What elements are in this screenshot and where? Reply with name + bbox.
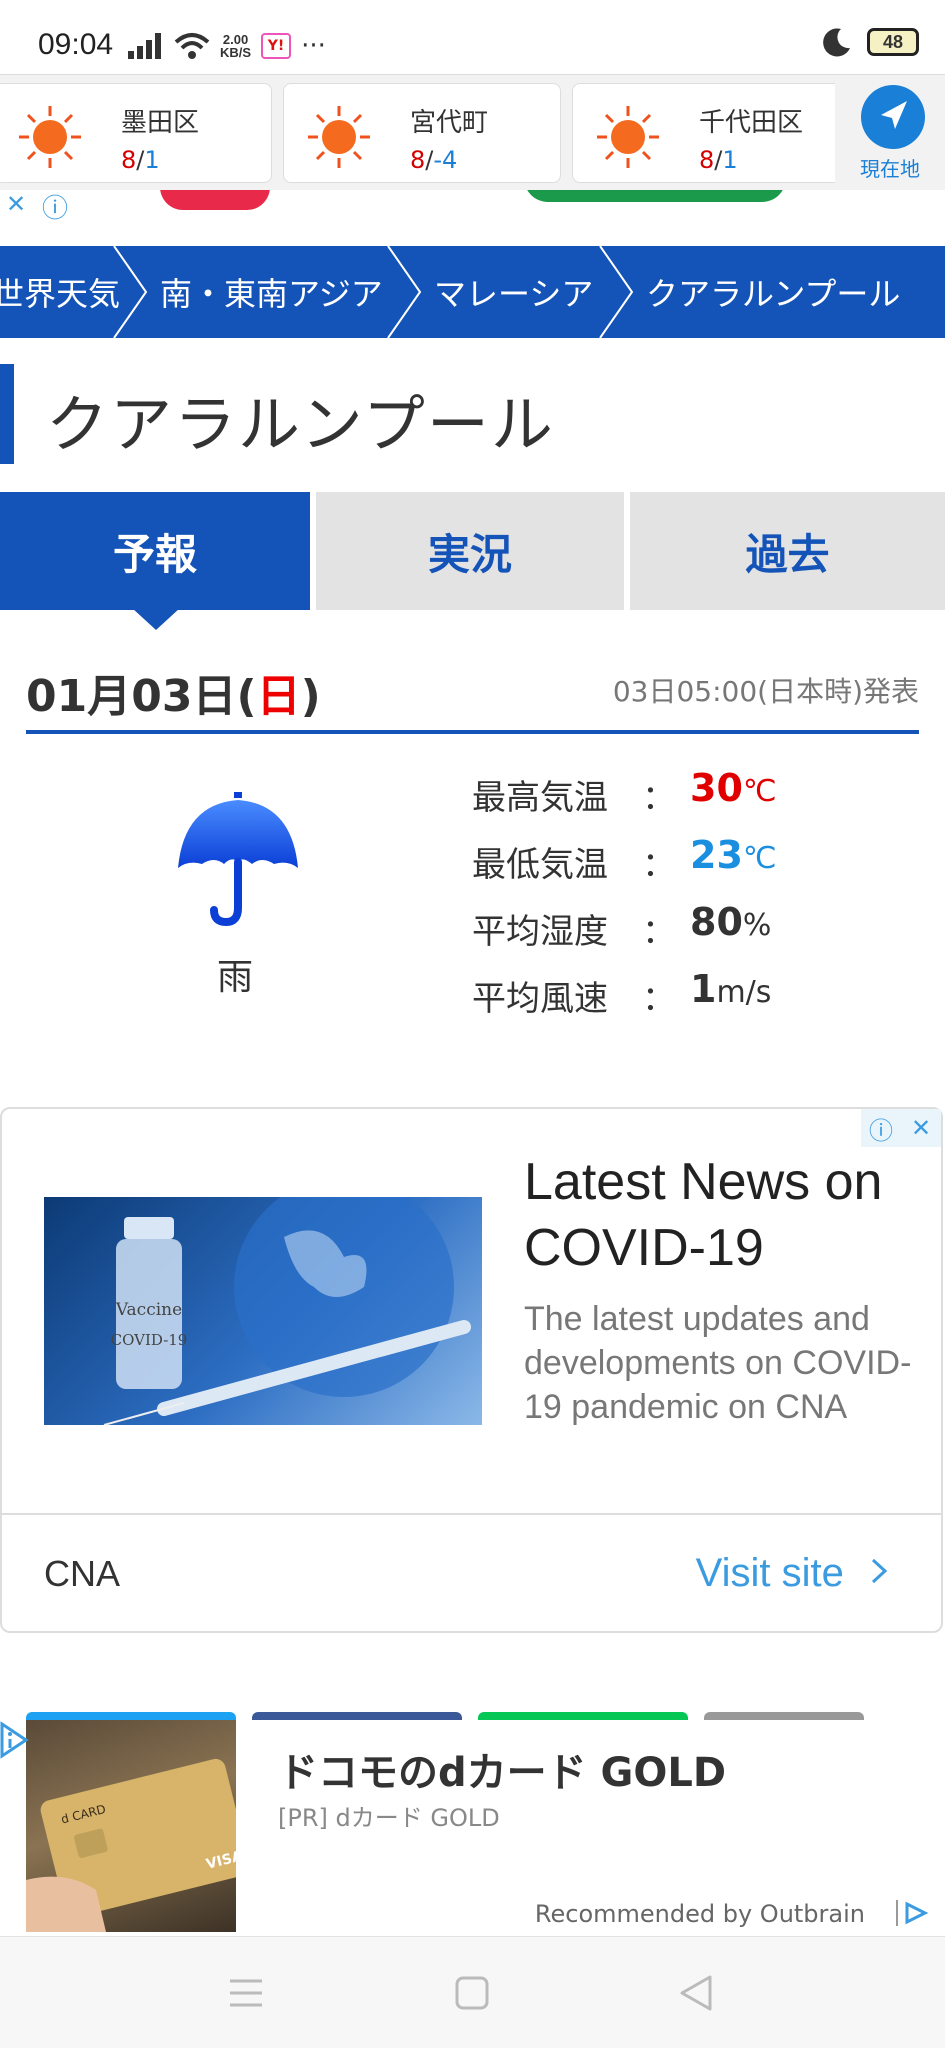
outbrain-credit[interactable]: Recommended by Outbrain — [535, 1900, 865, 1928]
breadcrumb-item-kuala-lumpur[interactable]: クアラルンプール — [646, 246, 900, 338]
vaccine-illustration: Vaccine COVID-19 — [103, 1197, 471, 1425]
city-card-chiyoda[interactable]: 千代田区 8/1 — [572, 83, 850, 183]
sunny-icon — [308, 106, 370, 168]
umbrella-icon — [178, 792, 298, 927]
wifi-icon — [174, 33, 210, 59]
stat-value: 80% — [690, 900, 772, 944]
breadcrumb-chevron-icon — [113, 246, 148, 338]
city-name: 千代田区 — [699, 108, 804, 138]
clock: 09:04 — [38, 28, 114, 61]
vial-label: COVID-19 — [111, 1331, 188, 1349]
menu-button[interactable] — [220, 1967, 272, 2019]
system-nav-bar — [0, 1936, 945, 2048]
ad-card[interactable]: ⓘ ✕ Vaccine COVID-19 Latest News on COVI… — [0, 1107, 943, 1633]
ad-controls: ⓘ ✕ — [861, 1109, 941, 1147]
city-name: 宮代町 — [410, 108, 489, 138]
yahoo-notification-icon: Y! — [261, 33, 292, 59]
status-icons: 2.00 KB/S Y! ··· — [128, 26, 326, 66]
ad-close-icon[interactable]: ✕ — [901, 1109, 941, 1147]
sunny-icon — [597, 106, 659, 168]
home-button[interactable] — [446, 1967, 498, 2019]
ad-title[interactable]: Latest News on COVID-19 — [524, 1149, 914, 1281]
battery-icon: 48 — [867, 28, 919, 56]
recommendation-subtitle: [PR] dカード GOLD — [278, 1804, 500, 1832]
ad-choices-icon[interactable] — [0, 1720, 30, 1760]
forecast-weekday: 日 — [256, 671, 301, 722]
page-title: クアラルンプール — [46, 388, 555, 461]
forecast-stats: 最高気温 ： 30℃ 最低気温 ： 23℃ 平均湿度 ： 80% 平均風速 ： … — [472, 762, 912, 1030]
status-bar: 09:04 2.00 KB/S Y! ··· 48 — [0, 0, 945, 74]
ad-description: The latest updates and developments on C… — [524, 1300, 912, 1426]
visit-site-button[interactable]: Visit site — [696, 1551, 891, 1596]
home-square-icon — [455, 1976, 489, 2010]
moon-icon — [823, 28, 850, 57]
breadcrumb-item-world[interactable]: 世界天気 — [0, 246, 120, 338]
ad-red-button — [160, 190, 270, 210]
tab-bar: 予報 実況 過去 — [0, 492, 945, 610]
ad-info-icon[interactable]: ⓘ — [861, 1109, 901, 1147]
city-temps: 8/1 — [699, 146, 738, 174]
stat-row-wind: 平均風速 ： 1m/s — [472, 967, 772, 1019]
menu-icon — [230, 1979, 262, 2007]
ad-green-button — [524, 190, 786, 202]
forecast-issued-time: 03日05:00(日本時)発表 — [612, 675, 919, 708]
weather-label: 雨 — [216, 957, 253, 998]
clipped-ad-banner: ✕ ⓘ — [0, 190, 945, 220]
recommendation-item[interactable]: d CARD VISA ドコモのdカード GOLD [PR] dカード GOLD… — [0, 1720, 945, 1932]
more-notifications-icon: ··· — [301, 31, 326, 61]
breadcrumb: 世界天気 南・東南アジア マレーシア クアラルンプール — [0, 246, 945, 338]
tab-past[interactable]: 過去 — [630, 492, 945, 610]
current-location-label: 現在地 — [860, 157, 920, 181]
gold-card-illustration: d CARD VISA — [26, 1758, 236, 1932]
recommendation-image[interactable]: d CARD VISA — [26, 1720, 236, 1932]
outbrain-icon[interactable] — [895, 1898, 931, 1928]
signal-icon — [128, 33, 161, 59]
forecast-header: 01月03日(日) 03日05:00(日本時)発表 — [26, 650, 919, 734]
network-speed: 2.00 KB/S — [220, 32, 252, 60]
location-arrow-icon — [861, 85, 925, 149]
active-tab-pointer — [132, 608, 180, 630]
ad-close-icon[interactable]: ✕ — [6, 190, 26, 218]
recommendation-title[interactable]: ドコモのdカード GOLD — [278, 1740, 726, 1798]
city-weather-strip: 墨田区 8/1 宮代町 8/-4 千代田区 8/1 現在地 — [0, 74, 945, 191]
chevron-right-icon — [871, 1558, 888, 1584]
forecast-date: 01月03日(日) — [26, 671, 321, 722]
stat-row-humidity: 平均湿度 ： 80% — [472, 900, 772, 952]
status-right: 48 — [821, 26, 919, 58]
breadcrumb-item-asia[interactable]: 南・東南アジア — [160, 246, 383, 338]
ad-image[interactable]: Vaccine COVID-19 — [44, 1197, 482, 1425]
title-accent — [0, 364, 14, 464]
back-triangle-icon — [680, 1975, 712, 2011]
tab-forecast[interactable]: 予報 — [0, 492, 310, 610]
sunny-icon — [19, 106, 81, 168]
ad-brand: CNA — [44, 1553, 121, 1594]
vial-label: Vaccine — [115, 1300, 182, 1320]
city-temps: 8/1 — [121, 146, 160, 174]
stat-row-max-temp: 最高気温 ： 30℃ — [472, 766, 777, 818]
breadcrumb-chevron-icon — [599, 246, 634, 338]
back-button[interactable] — [670, 1967, 722, 2019]
stat-value: 1m/s — [690, 967, 772, 1011]
stat-value: 30℃ — [690, 766, 777, 810]
stat-row-min-temp: 最低気温 ： 23℃ — [472, 833, 777, 885]
ad-info-icon[interactable]: ⓘ — [42, 190, 68, 220]
current-location-button[interactable]: 現在地 — [835, 75, 945, 191]
tab-current[interactable]: 実況 — [316, 492, 624, 610]
ad-footer: CNA Visit site — [2, 1513, 941, 1633]
breadcrumb-chevron-icon — [387, 246, 422, 338]
page-title-bar: クアラルンプール — [0, 364, 945, 464]
breadcrumb-item-malaysia[interactable]: マレーシア — [434, 246, 593, 338]
city-card-sumida[interactable]: 墨田区 8/1 — [0, 83, 272, 183]
city-name: 墨田区 — [121, 108, 200, 138]
stat-value: 23℃ — [690, 833, 777, 877]
city-card-miyashiro[interactable]: 宮代町 8/-4 — [283, 83, 561, 183]
city-temps: 8/-4 — [410, 146, 458, 174]
